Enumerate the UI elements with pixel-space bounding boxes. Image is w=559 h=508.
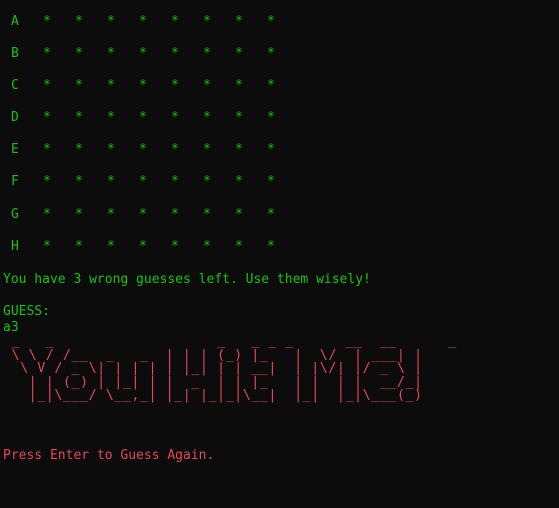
board-cell: * xyxy=(235,78,243,94)
row-label: F xyxy=(11,174,19,190)
row-label: C xyxy=(11,78,19,94)
board-cell: * xyxy=(43,206,51,222)
board-cell: * xyxy=(235,46,243,62)
board-cell: * xyxy=(203,238,211,254)
board-cell: * xyxy=(267,14,275,29)
board-cell: * xyxy=(171,238,179,254)
board-cell: * xyxy=(203,110,211,126)
board-cell: * xyxy=(267,78,275,94)
board-cell: * xyxy=(139,238,147,254)
board-cell: * xyxy=(267,110,275,126)
row-label: H xyxy=(11,238,19,254)
row-label: D xyxy=(11,110,19,126)
board-cell: * xyxy=(75,238,83,254)
board-cell: * xyxy=(107,14,115,29)
board-cell: * xyxy=(203,46,211,62)
board-row: H * * * * * * * * xyxy=(11,239,299,271)
board-row: B * * * * * * * * xyxy=(11,46,299,78)
you-hit-me-banner: _ _ _ _ _ _ __ __ _ \ \ / /__ _ _ | | | … xyxy=(11,334,457,404)
board-cell: * xyxy=(75,110,83,126)
board-cell: * xyxy=(75,78,83,94)
board-cell: * xyxy=(75,174,83,190)
board-cell: * xyxy=(203,206,211,222)
board-cell: * xyxy=(171,14,179,29)
board-cell: * xyxy=(43,174,51,190)
board-cell: * xyxy=(235,238,243,254)
board-cell: * xyxy=(139,206,147,222)
board-cell: * xyxy=(75,46,83,62)
board-row: E * * * * * * * * xyxy=(11,142,299,174)
board-cell: * xyxy=(267,46,275,62)
board-cell: * xyxy=(43,46,51,62)
board-cell: * xyxy=(75,14,83,29)
board-row: C * * * * * * * * xyxy=(11,78,299,110)
board-cell: * xyxy=(171,206,179,222)
board-cell: * xyxy=(107,110,115,126)
board-cell: * xyxy=(235,142,243,158)
board-cell: * xyxy=(75,142,83,158)
row-label: E xyxy=(11,142,19,158)
board-cell: * xyxy=(171,78,179,94)
board-cell: * xyxy=(267,142,275,158)
board-row: A * * * * * * * * xyxy=(11,14,299,46)
board-row: G * * * * * * * * xyxy=(11,207,299,239)
row-label: A xyxy=(11,14,19,29)
board-cell: * xyxy=(107,238,115,254)
board-cell: * xyxy=(43,14,51,29)
board-cell: * xyxy=(171,142,179,158)
board-cell: * xyxy=(235,110,243,126)
board-cell: * xyxy=(171,110,179,126)
board-cell: * xyxy=(107,206,115,222)
board-cell: * xyxy=(203,142,211,158)
board-cell: * xyxy=(139,14,147,29)
row-label: B xyxy=(11,46,19,62)
board-cell: * xyxy=(171,46,179,62)
board-cell: * xyxy=(203,174,211,190)
board-cell: * xyxy=(107,78,115,94)
board-cell: * xyxy=(235,174,243,190)
board-cell: * xyxy=(107,174,115,190)
guess-prompt: GUESS: xyxy=(3,304,50,319)
board-cell: * xyxy=(43,238,51,254)
row-label: G xyxy=(11,206,19,222)
board-cell: * xyxy=(43,142,51,158)
board-cell: * xyxy=(267,174,275,190)
board-cell: * xyxy=(139,142,147,158)
board-cell: * xyxy=(107,142,115,158)
board-cell: * xyxy=(43,110,51,126)
game-board: A * * * * * * * * B * * * * * * * * C * … xyxy=(11,14,299,271)
wrong-guesses-message: You have 3 wrong guesses left. Use them … xyxy=(3,272,371,287)
board-row: F * * * * * * * * xyxy=(11,174,299,206)
board-cell: * xyxy=(235,206,243,222)
board-cell: * xyxy=(203,78,211,94)
board-cell: * xyxy=(107,46,115,62)
board-cell: * xyxy=(139,46,147,62)
board-cell: * xyxy=(139,78,147,94)
board-cell: * xyxy=(203,14,211,29)
board-cell: * xyxy=(139,174,147,190)
board-cell: * xyxy=(75,206,83,222)
board-cell: * xyxy=(43,78,51,94)
continue-prompt: Press Enter to Guess Again. xyxy=(3,448,215,463)
console-window: A * * * * * * * * B * * * * * * * * C * … xyxy=(0,0,559,508)
board-cell: * xyxy=(267,206,275,222)
board-cell: * xyxy=(139,110,147,126)
board-row: D * * * * * * * * xyxy=(11,110,299,142)
board-cell: * xyxy=(171,174,179,190)
board-cell: * xyxy=(267,238,275,254)
board-cell: * xyxy=(235,14,243,29)
